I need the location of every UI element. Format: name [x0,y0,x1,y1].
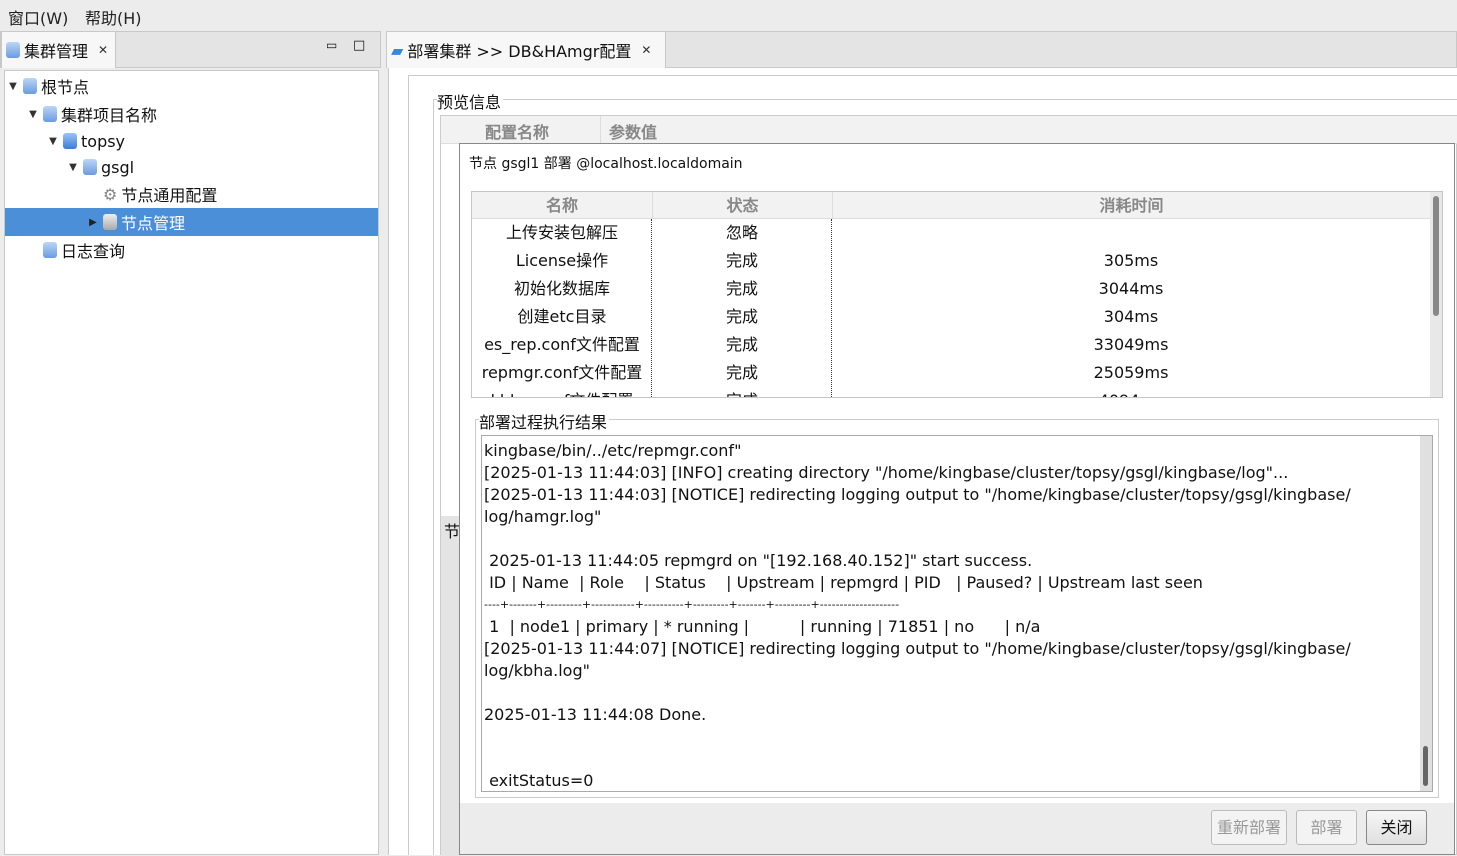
table-cell: kbha.conf文件配置 [472,387,652,397]
tab-deploy-cluster[interactable]: ▰ 部署集群 >> DB&HAmgr配置 ✕ [386,31,666,68]
close-icon[interactable]: ✕ [641,43,651,57]
folder-icon: ▰ [391,40,404,60]
table-cell: repmgr.conf文件配置 [481,363,643,382]
node-label: 节点管理 [121,214,186,233]
selection-highlight [5,208,378,236]
behind-label: 节 [444,522,461,541]
node-label: 日志查询 [61,242,126,261]
table-cell: 上传安装包解压 [505,223,618,242]
result-group-label: 部署过程执行结果 [479,409,610,433]
tab-cluster-management[interactable]: 集群管理 ✕ [1,31,116,68]
cluster-icon [6,42,20,58]
expanded-icon[interactable]: ▼ [47,136,59,147]
result-log[interactable]: kingbase/bin/../etc/repmgr.conf" [2025-01… [481,435,1433,792]
tab-label: 集群管理 [24,42,89,61]
log-line: log/kbha.log" [484,661,590,680]
table-scrollbar[interactable] [1430,192,1442,397]
table-cell: 完成 [725,363,758,382]
table-cell: 完成 [652,387,832,397]
log-line: [2025-01-13 11:44:03] [INFO] creating di… [484,463,1289,482]
log-line: ----+-------+---------+-----------+-----… [484,598,900,611]
table-cell: 完成 [725,307,758,326]
log-line: 2025-01-13 11:44:08 Done. [484,705,707,724]
log-line: [2025-01-13 11:44:03] [NOTICE] redirecti… [484,485,1351,504]
close-icon[interactable]: ✕ [98,43,108,57]
table-cell: 初始化数据库 [513,279,610,298]
redeploy-button[interactable]: 重新部署 [1211,810,1287,845]
column-config-name[interactable]: 配置名称 [485,119,549,143]
tree-node-topsy[interactable]: ▼ topsy [47,127,125,155]
log-line: 2025-01-13 11:44:05 repmgrd on "[192.168… [484,551,1033,570]
column-status[interactable]: 状态 [652,192,832,219]
tree-node-common-config[interactable]: ⚙ 节点通用配置 [87,180,217,208]
log-line: [2025-01-13 11:44:07] [NOTICE] redirecti… [484,639,1351,658]
deploy-button[interactable]: 部署 [1296,810,1357,845]
node-label: gsgl [101,157,135,177]
expanded-icon[interactable]: ▼ [67,162,79,173]
table-cell: 304ms [1103,307,1159,326]
column-elapsed[interactable]: 消耗时间 [832,192,1430,219]
table-cell: 4094ms [832,387,1430,397]
menu-help[interactable]: 帮助(H) [85,5,142,29]
log-scrollbar[interactable] [1420,436,1432,791]
deploy-steps-table: 名称 状态 消耗时间 上传安装包解压 忽略 License操作 完成 305ms 初始化数… [471,191,1443,398]
table-cell: 完成 [725,335,758,354]
table-cell: License操作 [515,251,609,270]
tree-node-log-query[interactable]: 日志查询 [27,236,125,264]
tree-node-gsgl[interactable]: ▼ gsgl [67,153,134,181]
table-cell: 3044ms [1098,279,1164,298]
tree-node-root[interactable]: ▼ 根节点 [7,72,89,100]
db-icon [43,106,57,122]
menu-window[interactable]: 窗口(W) [8,5,68,29]
db-icon [83,159,97,175]
minimize-button[interactable]: ▭ [326,38,337,52]
node-label: topsy [81,131,126,151]
column-name[interactable]: 名称 [472,192,652,219]
cluster-tree: ▼ 根节点 ▼ 集群项目名称 ▼ topsy ▼ gsgl ⚙ 节点通用配置 ▶ 节点管理 … [4,70,379,855]
server-icon [103,214,117,230]
expanded-icon[interactable]: ▼ [7,81,19,92]
db-icon [43,242,57,258]
collapsed-icon[interactable]: ▶ [87,217,99,228]
table-cell: 创建etc目录 [517,307,607,326]
table-cell: 305ms [1103,251,1159,270]
column-param-value[interactable]: 参数值 [609,119,657,143]
expanded-icon[interactable]: ▼ [27,109,39,120]
log-line: ID | Name | Role | Status | Upstream | r… [484,573,1203,592]
node-label: 节点通用配置 [121,186,218,205]
table-cell: 完成 [725,251,758,270]
table-cell: 忽略 [725,223,758,242]
gear-icon: ⚙ [103,184,118,204]
maximize-button[interactable]: □ [353,38,365,53]
close-button[interactable]: 关闭 [1366,810,1427,845]
log-line: 1 | node1 | primary | * running | | runn… [484,617,1041,636]
table-cell: es_rep.conf文件配置 [484,335,640,354]
log-line: kingbase/bin/../etc/repmgr.conf" [484,441,742,460]
node-label: 集群项目名称 [61,106,158,125]
tab-label: 部署集群 >> DB&HAmgr配置 [407,42,632,61]
table-cell: 33049ms [1093,335,1169,354]
table-cell: 完成 [725,279,758,298]
tree-node-project[interactable]: ▼ 集群项目名称 [27,100,157,128]
menubar: 窗口(W) 帮助(H) [0,0,1457,30]
tree-node-node-management[interactable]: ▶ 节点管理 [87,208,185,236]
cluster-icon [63,133,77,149]
log-line: exitStatus=0 [484,771,594,790]
table-cell [832,219,1430,247]
table-cell: 25059ms [1093,363,1169,382]
preview-group-label: 预览信息 [437,89,504,113]
db-icon [23,78,37,94]
dialog-header: 节点 gsgl1 部署 @localhost.localdomain [469,156,743,172]
node-label: 根节点 [41,78,90,97]
log-line: log/hamgr.log" [484,507,602,526]
